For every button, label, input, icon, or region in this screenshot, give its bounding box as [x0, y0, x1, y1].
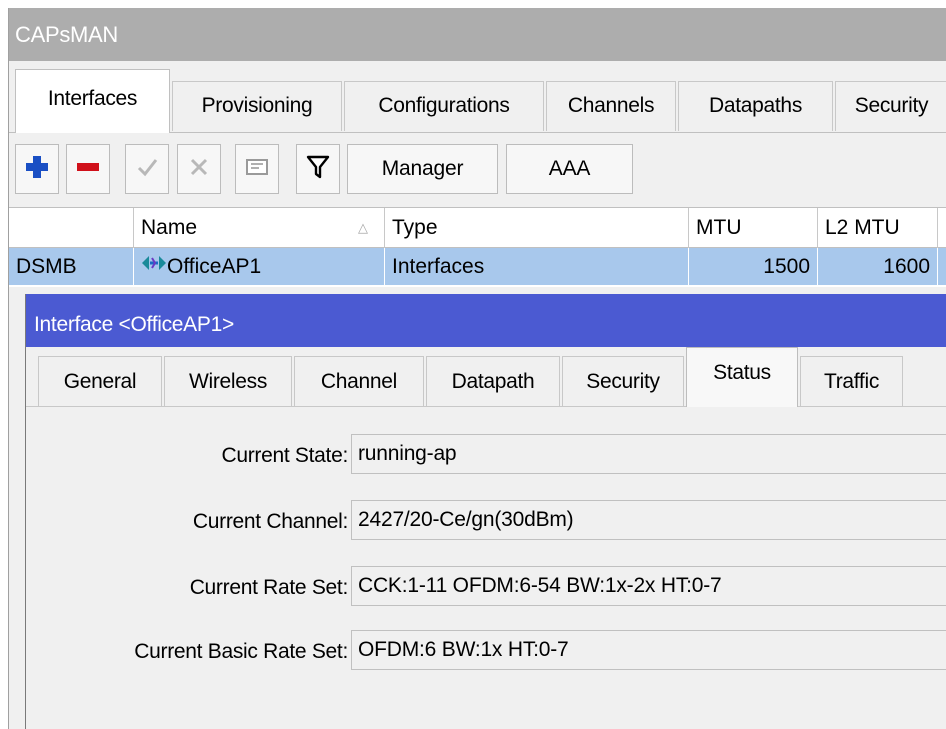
comment-icon [245, 156, 269, 183]
current-rate-set-field[interactable]: CCK:1-11 OFDM:6-54 BW:1x-2x HT:0-7 [351, 566, 946, 606]
tab-channels[interactable]: Channels [546, 81, 676, 131]
filter-button[interactable] [296, 144, 340, 194]
column-header-mtu[interactable]: MTU [689, 208, 818, 248]
manager-button[interactable]: Manager [347, 144, 498, 194]
aaa-button[interactable]: AAA [506, 144, 633, 194]
current-basic-rate-set-field[interactable]: OFDM:6 BW:1x HT:0-7 [351, 630, 946, 670]
check-icon [135, 155, 159, 184]
table-header: Name △ Type MTU L2 MTU [9, 207, 946, 248]
tab-security-dialog[interactable]: Security [562, 356, 684, 406]
current-basic-rate-set-label: Current Basic Rate Set: [134, 640, 348, 663]
current-channel-field[interactable]: 2427/20-Ce/gn(30dBm) [351, 500, 946, 540]
column-header-type[interactable]: Type [385, 208, 689, 248]
column-header-name[interactable]: Name △ [134, 208, 385, 248]
tab-configurations[interactable]: Configurations [344, 81, 544, 131]
tab-general[interactable]: General [38, 356, 162, 406]
disable-button[interactable] [177, 144, 221, 194]
row-l2mtu: 1600 [818, 248, 938, 285]
window-title[interactable]: CAPsMAN [9, 8, 946, 61]
tab-interfaces[interactable]: Interfaces [15, 69, 170, 133]
tab-datapath[interactable]: Datapath [426, 356, 560, 406]
plus-icon [25, 155, 49, 184]
tab-channel[interactable]: Channel [294, 356, 424, 406]
table-row[interactable]: DSMB OfficeAP1 Interfaces 1500 1600 [9, 248, 946, 285]
column-header-l2mtu[interactable]: L2 MTU [818, 208, 938, 248]
comment-button[interactable] [235, 144, 279, 194]
row-name-cell: OfficeAP1 [134, 248, 385, 285]
dialog-title[interactable]: Interface <OfficeAP1> [26, 294, 946, 347]
cross-icon [187, 155, 211, 184]
column-header-flags[interactable] [9, 208, 134, 248]
add-button[interactable] [15, 144, 59, 194]
dialog-tabs: General Wireless Channel Datapath Securi… [26, 347, 946, 407]
dialog-tab-divider [26, 406, 946, 407]
current-channel-label: Current Channel: [192, 510, 348, 533]
interfaces-table: Name △ Type MTU L2 MTU DSMB OfficeAP1 In… [9, 207, 946, 287]
main-tabs: Interfaces Provisioning Configurations C… [9, 69, 946, 133]
row-type: Interfaces [385, 248, 689, 285]
cap-interface-icon [141, 247, 167, 284]
tab-status[interactable]: Status [686, 347, 798, 407]
current-rate-set-label: Current Rate Set: [189, 576, 349, 599]
interface-dialog: Interface <OfficeAP1> General Wireless C… [25, 294, 946, 729]
tab-security[interactable]: Security [835, 81, 946, 131]
tab-datapaths[interactable]: Datapaths [678, 81, 833, 131]
current-state-field[interactable]: running-ap [351, 434, 946, 474]
row-mtu: 1500 [689, 248, 818, 285]
minus-icon [76, 155, 100, 184]
enable-button[interactable] [125, 144, 169, 194]
sort-ascending-icon: △ [358, 220, 368, 235]
row-flags: DSMB [9, 248, 134, 285]
tab-provisioning[interactable]: Provisioning [172, 81, 342, 131]
current-state-label: Current State: [221, 444, 348, 467]
tab-wireless[interactable]: Wireless [164, 356, 292, 406]
toolbar: Manager AAA [9, 133, 946, 207]
row-name: OfficeAP1 [167, 255, 262, 278]
filter-icon [306, 154, 330, 185]
column-header-name-label: Name [141, 216, 198, 239]
tab-traffic[interactable]: Traffic [800, 356, 903, 406]
remove-button[interactable] [66, 144, 110, 194]
